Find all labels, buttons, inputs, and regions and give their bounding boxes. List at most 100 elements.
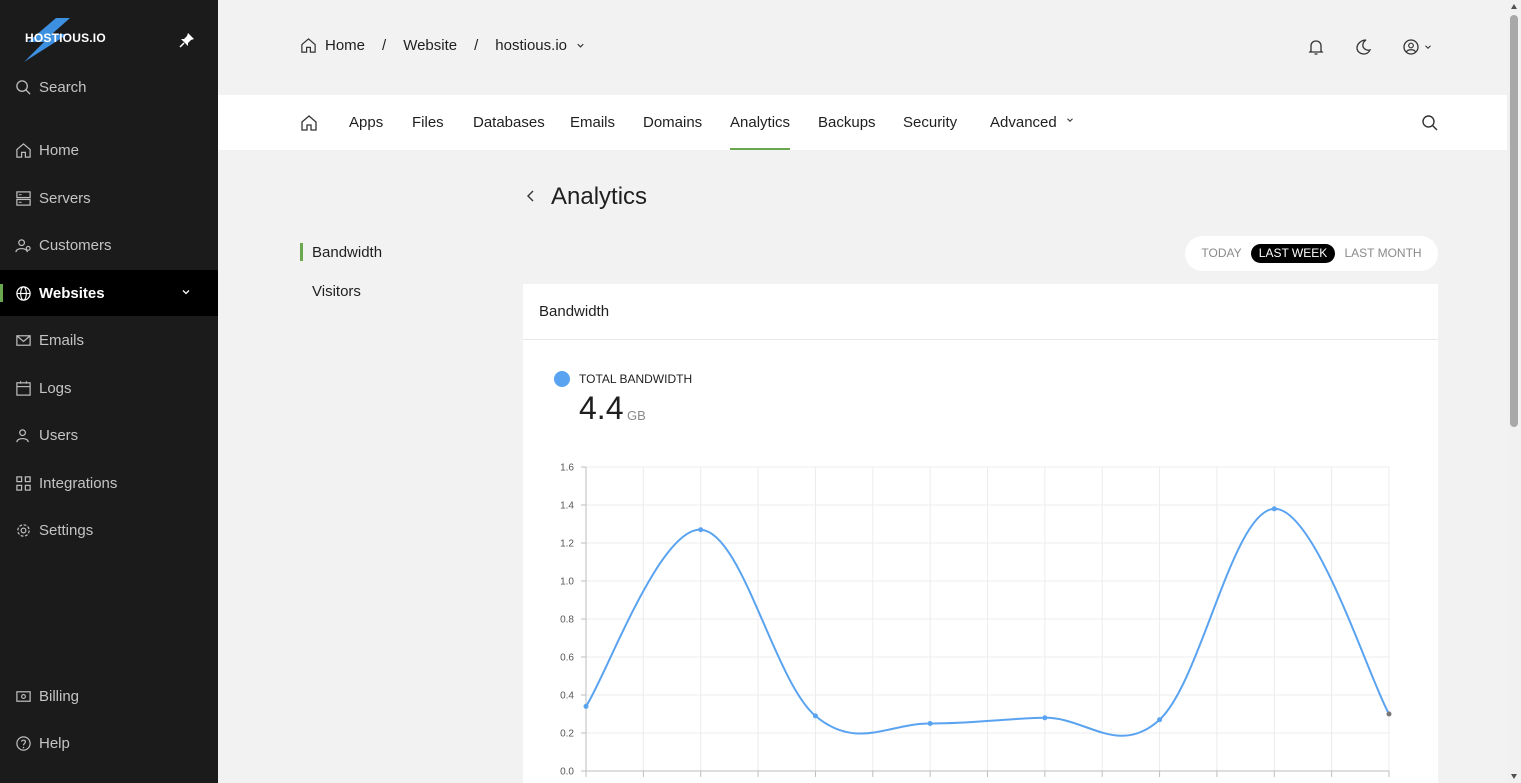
sidebar-item-label: Help — [39, 734, 70, 752]
tab-bar: Apps Files Databases Emails Domains Anal… — [218, 95, 1507, 150]
sidebar-item-logs[interactable]: Logs — [0, 365, 218, 411]
breadcrumb-website[interactable]: Website — [403, 37, 457, 54]
data-point — [927, 721, 933, 726]
data-point — [1271, 506, 1277, 512]
user-avatar-icon[interactable] — [1402, 38, 1420, 56]
chevron-down-icon — [1067, 118, 1073, 123]
sidebar-item-websites[interactable]: Websites — [0, 270, 218, 316]
y-tick-label: 0.0 — [560, 767, 574, 778]
sidebar-item-search[interactable]: Search — [0, 64, 218, 110]
y-tick-label: 0.8 — [560, 615, 574, 626]
breadcrumb-separator: / — [382, 37, 387, 54]
home-icon[interactable] — [300, 114, 318, 132]
sidebar-item-help[interactable]: Help — [0, 720, 218, 766]
data-point — [812, 713, 818, 719]
sidebar-item-settings[interactable]: Settings — [0, 507, 218, 553]
globe-icon — [16, 285, 31, 301]
tab-advanced[interactable]: Advanced — [990, 95, 1075, 150]
users-icon — [16, 428, 29, 442]
data-point — [583, 703, 589, 709]
y-tick-label: 1.4 — [560, 501, 574, 512]
range-last-week[interactable]: LAST WEEK — [1251, 244, 1335, 263]
y-tick-label: 0.2 — [560, 729, 574, 740]
sidebar-item-billing[interactable]: Billing — [0, 673, 218, 719]
scroll-down-icon[interactable] — [1510, 772, 1518, 780]
gear-icon — [17, 523, 30, 537]
sidebar-item-emails[interactable]: Emails — [0, 317, 218, 363]
tab-backups[interactable]: Backups — [818, 95, 876, 150]
sidebar-item-integrations[interactable]: Integrations — [0, 460, 218, 506]
mail-icon — [16, 334, 31, 346]
chevron-down-icon — [182, 290, 190, 295]
bandwidth-line-chart: 0.0 0.2 0.4 0.6 0.8 1.0 1.2 1.4 1.6 — [560, 463, 1392, 778]
subnav-active-indicator — [300, 243, 303, 261]
chevron-down-icon[interactable] — [1423, 42, 1433, 52]
sidebar-item-label: Settings — [39, 521, 94, 539]
billing-icon — [16, 690, 31, 702]
y-tick-label: 0.6 — [560, 653, 574, 664]
sidebar-item-servers[interactable]: Servers — [0, 175, 218, 221]
customers-icon — [15, 238, 31, 252]
breadcrumb: Home / Website / hostious.io — [300, 37, 586, 54]
sidebar: HOSTIOUS.IO Search Home Servers Customer… — [0, 0, 218, 783]
breadcrumb-site[interactable]: hostious.io — [495, 37, 567, 54]
range-today[interactable]: TODAY — [1199, 244, 1244, 263]
sidebar-item-label: Customers — [39, 236, 112, 254]
y-tick-label: 1.0 — [560, 577, 574, 588]
bell-icon[interactable] — [1307, 38, 1325, 56]
sidebar-item-label: Search — [39, 78, 87, 96]
sidebar-item-label: Emails — [39, 331, 85, 349]
chevron-down-icon[interactable] — [575, 40, 586, 51]
data-point — [698, 527, 704, 533]
bandwidth-card: Bandwidth TOTAL BANDWIDTH 4.4 GB 0.0 0.2 0… — [523, 284, 1438, 783]
logo[interactable]: HOSTIOUS.IO — [22, 16, 132, 62]
scroll-up-icon[interactable] — [1510, 3, 1518, 11]
scrollbar-thumb[interactable] — [1510, 15, 1518, 427]
sidebar-item-label: Integrations — [39, 474, 118, 492]
range-selector: TODAY LAST WEEK LAST MONTH — [1185, 236, 1438, 271]
tab-advanced-label: Advanced — [990, 114, 1057, 131]
sidebar-item-label: Logs — [39, 379, 72, 397]
home-icon — [16, 142, 31, 158]
tab-analytics[interactable]: Analytics — [730, 95, 791, 150]
sidebar-item-label: Users — [39, 426, 79, 444]
sidebar-item-label: Home — [39, 141, 80, 159]
home-icon — [301, 38, 316, 53]
tab-files[interactable]: Files — [412, 95, 444, 150]
breadcrumb-separator: / — [474, 37, 479, 54]
page-title: Analytics — [551, 183, 648, 210]
tab-databases[interactable]: Databases — [473, 95, 545, 150]
search-icon[interactable] — [1421, 114, 1439, 132]
calendar-icon — [16, 380, 31, 396]
sidebar-item-label: Websites — [39, 284, 105, 302]
subnav-visitors[interactable]: Visitors — [312, 283, 361, 300]
data-point — [1157, 717, 1163, 723]
subnav-bandwidth[interactable]: Bandwidth — [312, 244, 382, 261]
sidebar-item-label: Servers — [39, 189, 91, 207]
data-point — [1042, 715, 1048, 721]
tab-apps[interactable]: Apps — [349, 95, 383, 150]
y-tick-label: 1.6 — [560, 463, 574, 474]
range-last-month[interactable]: LAST MONTH — [1342, 244, 1424, 263]
pin-icon[interactable] — [179, 32, 195, 48]
y-tick-label: 0.4 — [560, 691, 574, 702]
sidebar-item-customers[interactable]: Customers — [0, 222, 218, 268]
sidebar-item-home[interactable]: Home — [0, 127, 218, 173]
search-icon — [16, 79, 31, 95]
tab-security[interactable]: Security — [903, 95, 957, 150]
sidebar-item-label: Billing — [39, 687, 80, 705]
tab-domains[interactable]: Domains — [643, 95, 702, 150]
tab-emails[interactable]: Emails — [570, 95, 615, 150]
integrations-icon — [16, 475, 31, 491]
chevron-left-icon[interactable] — [524, 189, 538, 203]
server-icon — [16, 190, 31, 206]
scrollbar[interactable] — [1507, 0, 1521, 783]
breadcrumb-home[interactable]: Home — [325, 37, 365, 54]
help-icon — [16, 735, 31, 751]
y-tick-label: 1.2 — [560, 539, 574, 550]
data-point — [1386, 711, 1392, 717]
sidebar-item-users[interactable]: Users — [0, 412, 218, 458]
moon-icon[interactable] — [1354, 38, 1372, 56]
logo-text: HOSTIOUS.IO — [25, 31, 106, 45]
top-bar: Home / Website / hostious.io — [218, 0, 1507, 95]
